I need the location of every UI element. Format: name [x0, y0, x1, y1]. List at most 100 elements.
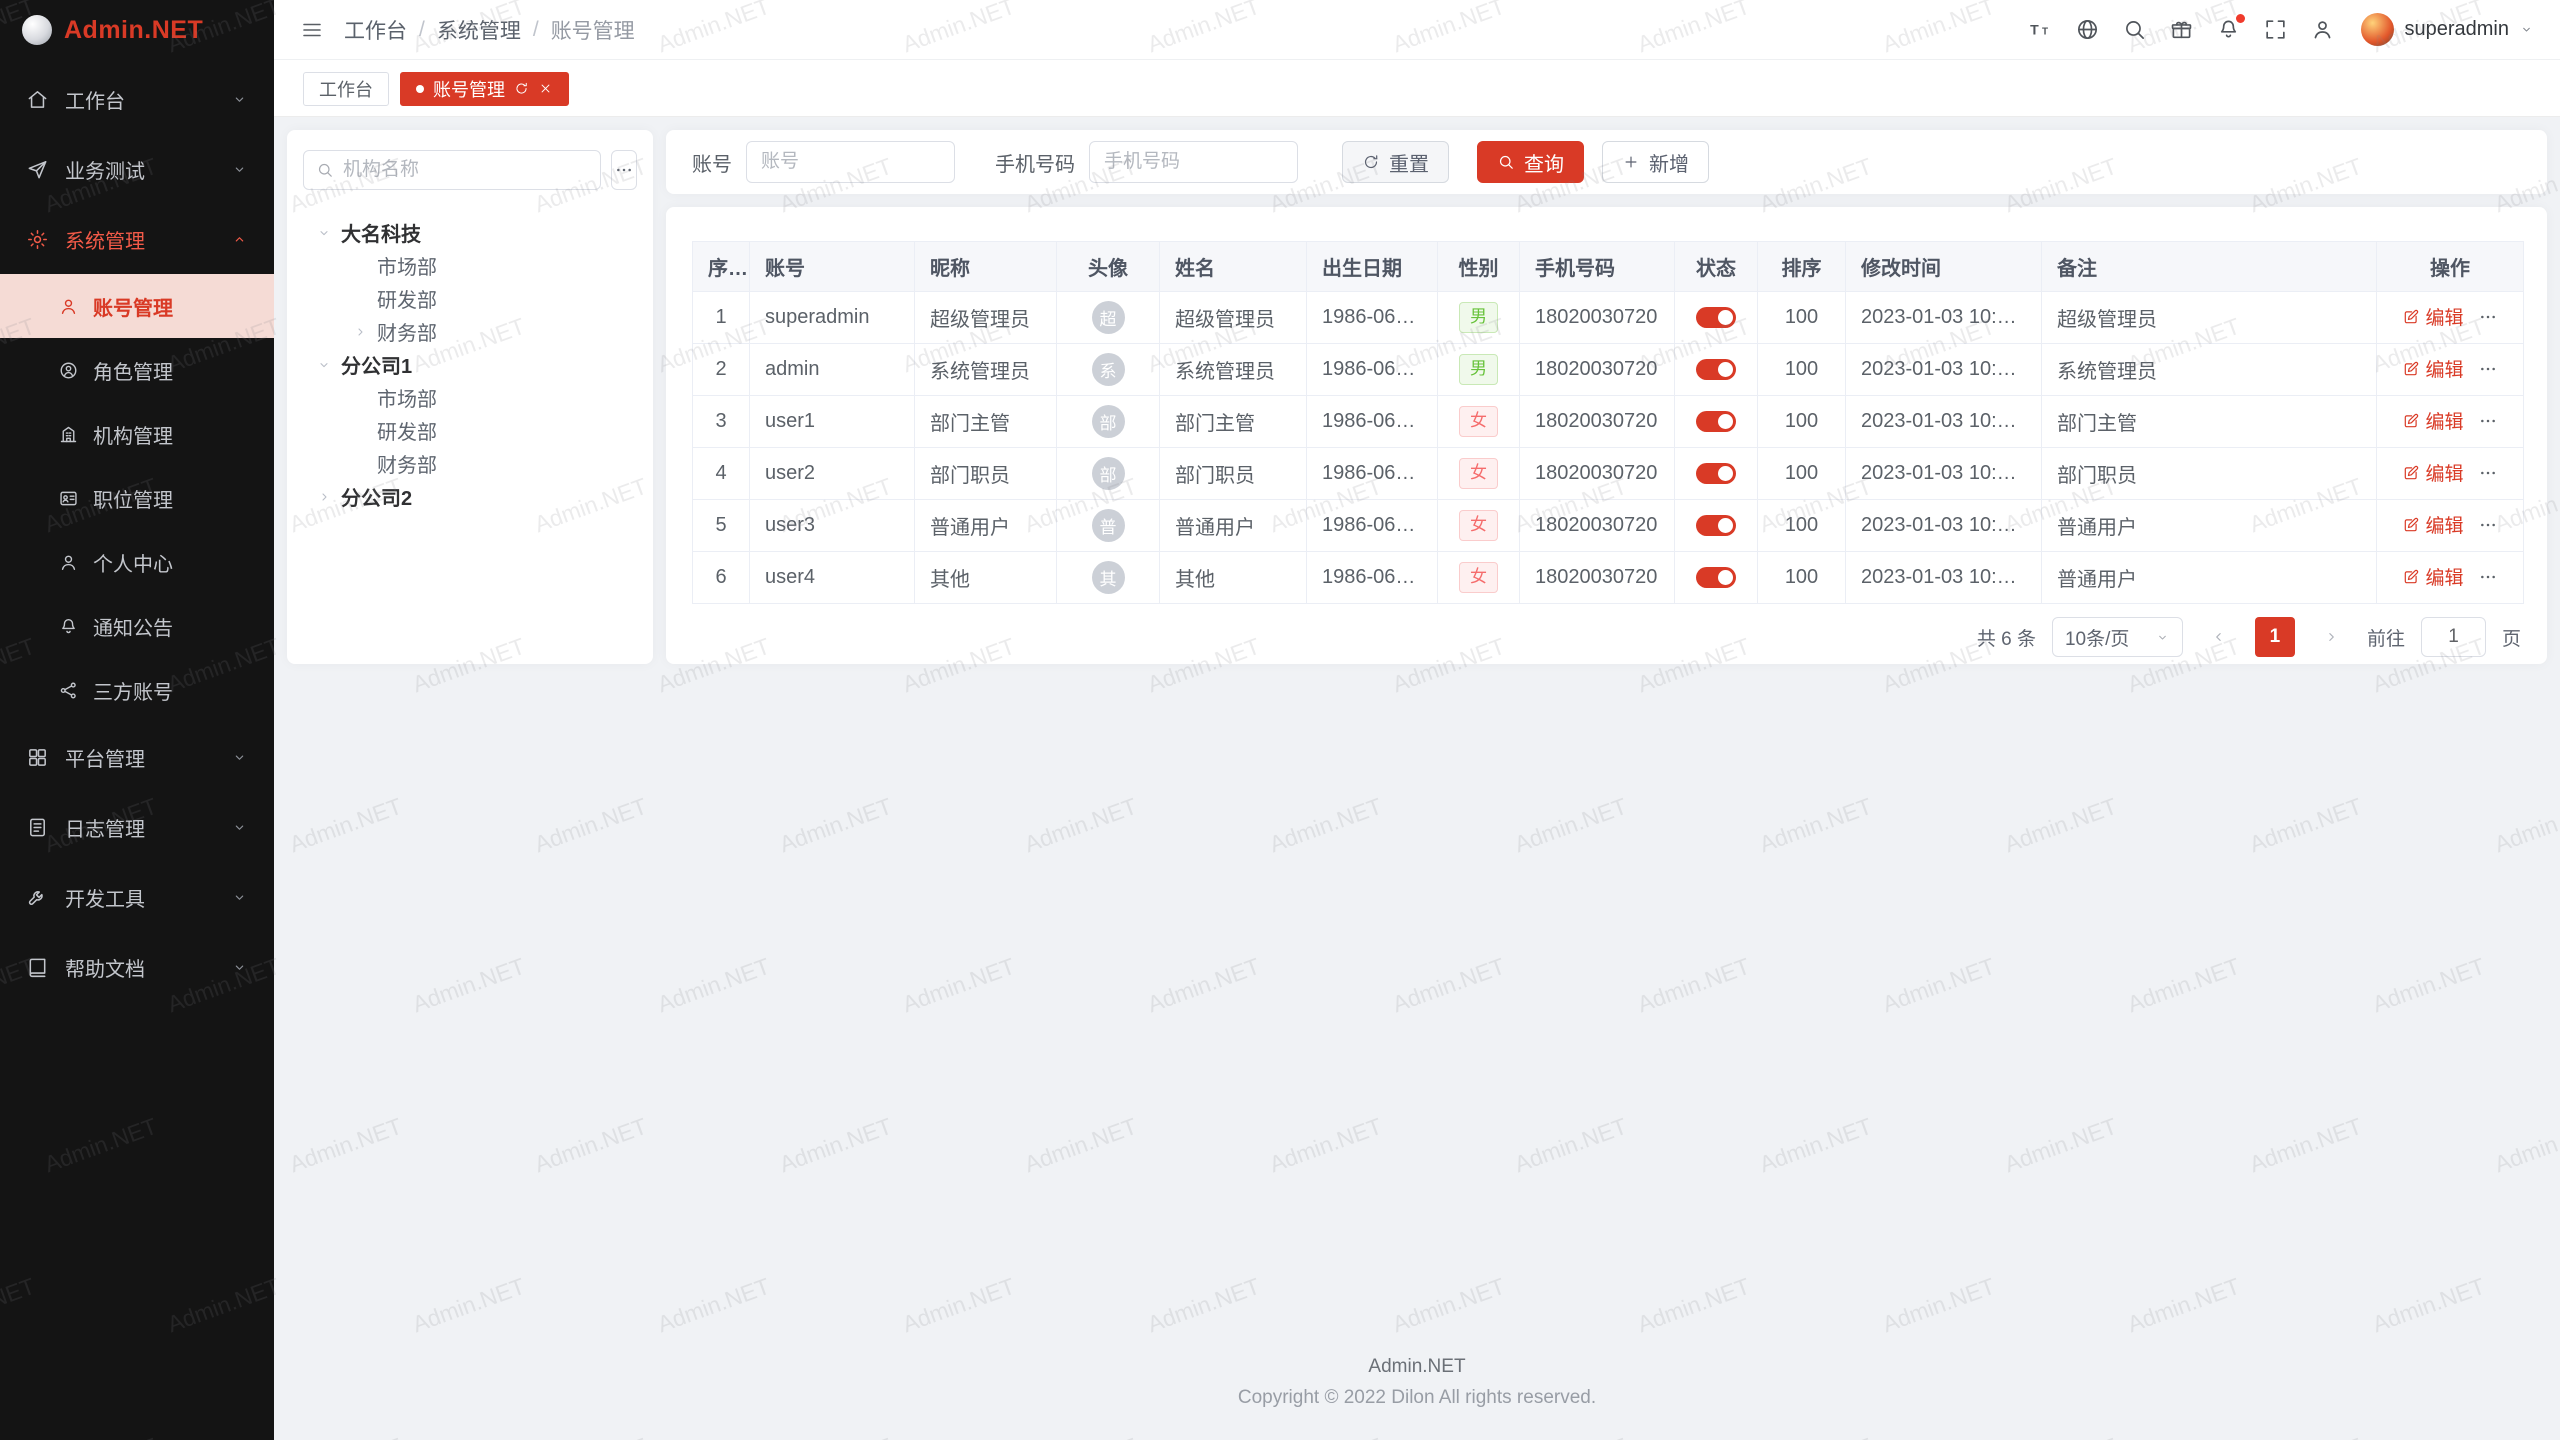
status-toggle[interactable] [1696, 307, 1736, 328]
tree-node[interactable]: 财务部 [303, 315, 637, 348]
tree-node[interactable]: 分公司1 [303, 348, 637, 381]
name-cell: 普通用户 [1160, 500, 1307, 552]
sidebar-item-1[interactable]: 业务测试 [0, 134, 274, 204]
prev-page-button[interactable] [2199, 617, 2239, 657]
sort-cell: 100 [1758, 396, 1846, 448]
status-toggle[interactable] [1696, 515, 1736, 536]
search-button[interactable]: 查询 [1477, 141, 1584, 183]
header-notifications-button[interactable] [2216, 17, 2241, 42]
user-avatar [2361, 13, 2394, 46]
breadcrumb-item: 账号管理 [551, 15, 635, 45]
sidebar-subitem-2-4[interactable]: 个人中心 [0, 530, 274, 594]
sidebar-item-4[interactable]: 日志管理 [0, 792, 274, 862]
breadcrumb-item[interactable]: 工作台 [344, 15, 407, 45]
edit-button[interactable]: 编辑 [2402, 355, 2463, 382]
tab-0[interactable]: 工作台 [303, 72, 389, 106]
gender-cell: 女 [1438, 500, 1520, 552]
edit-icon [2402, 516, 2420, 534]
more-actions-button[interactable] [2478, 515, 2498, 535]
edit-icon [2402, 412, 2420, 430]
page-1-button[interactable]: 1 [2255, 617, 2295, 657]
header-theme-button[interactable] [2169, 17, 2194, 42]
main-area: 工作台/系统管理/账号管理 TT superadmin 工作台账号管理 [274, 0, 2560, 1440]
sidebar-subitem-2-5[interactable]: 通知公告 [0, 594, 274, 658]
header-search-button[interactable] [2122, 17, 2147, 42]
tree-node[interactable]: 市场部 [303, 249, 637, 282]
edit-button[interactable]: 编辑 [2402, 511, 2463, 538]
tree-node[interactable]: 研发部 [303, 282, 637, 315]
reset-button[interactable]: 重置 [1342, 141, 1449, 183]
goto-page-input[interactable] [2421, 617, 2486, 657]
org-search-row [303, 150, 637, 190]
birthdate-cell: 1986-06-28 [1307, 396, 1438, 448]
tree-node-label: 市场部 [377, 251, 437, 280]
tab-label: 账号管理 [433, 76, 505, 102]
reset-label: 重置 [1389, 148, 1429, 177]
more-actions-button[interactable] [2478, 359, 2498, 379]
sidebar-item-6[interactable]: 帮助文档 [0, 932, 274, 1002]
add-button[interactable]: 新增 [1602, 141, 1709, 183]
next-page-button[interactable] [2311, 617, 2351, 657]
more-actions-button[interactable] [2478, 411, 2498, 431]
app-logo[interactable]: Admin.NET [0, 0, 274, 60]
account-input[interactable] [746, 141, 955, 183]
tree-node[interactable]: 市场部 [303, 381, 637, 414]
sidebar-item-0[interactable]: 工作台 [0, 64, 274, 134]
bell-icon [58, 616, 79, 637]
status-toggle[interactable] [1696, 411, 1736, 432]
tab-close-icon[interactable] [538, 81, 553, 96]
tree-node[interactable]: 分公司2 [303, 480, 637, 513]
edit-button[interactable]: 编辑 [2402, 459, 2463, 486]
footer: Admin.NET Copyright © 2022 Dilon All rig… [287, 1356, 2547, 1427]
tree-node[interactable]: 大名科技 [303, 216, 637, 249]
header-language-button[interactable] [2075, 17, 2100, 42]
sidebar-subitem-2-1[interactable]: 角色管理 [0, 338, 274, 402]
edit-button[interactable]: 编辑 [2402, 303, 2463, 330]
nickname-cell: 超级管理员 [915, 292, 1057, 344]
header-profile-button[interactable] [2310, 17, 2335, 42]
sidebar-item-3[interactable]: 平台管理 [0, 722, 274, 792]
user-menu[interactable]: superadmin [2361, 13, 2534, 46]
sidebar-item-label: 业务测试 [65, 155, 145, 184]
sidebar-item-2[interactable]: 系统管理 [0, 204, 274, 274]
column-header: 排序 [1758, 242, 1846, 292]
tree-node[interactable]: 财务部 [303, 447, 637, 480]
edit-button[interactable]: 编辑 [2402, 563, 2463, 590]
column-header: 状态 [1675, 242, 1758, 292]
account-cell: user2 [750, 448, 915, 500]
sidebar-subitem-2-3[interactable]: 职位管理 [0, 466, 274, 530]
header-font-size-button[interactable]: TT [2028, 17, 2053, 42]
tree-node-label: 研发部 [377, 284, 437, 313]
tab-1[interactable]: 账号管理 [400, 72, 569, 106]
table-row: 3user1部门主管部部门主管1986-06-28女18020030720100… [693, 396, 2524, 448]
sidebar-item-5[interactable]: 开发工具 [0, 862, 274, 932]
index-cell: 2 [693, 344, 750, 396]
tree-node-label: 财务部 [377, 317, 437, 346]
status-toggle[interactable] [1696, 567, 1736, 588]
page-size-select[interactable]: 10条/页 [2052, 617, 2183, 657]
menu-collapse-icon[interactable] [300, 18, 324, 42]
name-cell: 部门主管 [1160, 396, 1307, 448]
fullscreen-icon [2263, 17, 2288, 42]
status-toggle[interactable] [1696, 463, 1736, 484]
more-actions-button[interactable] [2478, 307, 2498, 327]
breadcrumb-item[interactable]: 系统管理 [437, 15, 521, 45]
tab-refresh-icon[interactable] [514, 81, 529, 96]
operation-cell: 编辑 [2377, 552, 2524, 604]
modified-time-cell: 2023-01-03 10:59:44 [1846, 500, 2042, 552]
tree-node[interactable]: 研发部 [303, 414, 637, 447]
sidebar-subitem-2-0[interactable]: 账号管理 [0, 274, 274, 338]
org-more-button[interactable] [611, 150, 637, 190]
sidebar-subitem-2-2[interactable]: 机构管理 [0, 402, 274, 466]
nickname-cell: 系统管理员 [915, 344, 1057, 396]
edit-button[interactable]: 编辑 [2402, 407, 2463, 434]
phone-cell: 18020030720 [1520, 448, 1675, 500]
phone-input[interactable] [1089, 141, 1298, 183]
header-fullscreen-button[interactable] [2263, 17, 2288, 42]
status-toggle[interactable] [1696, 359, 1736, 380]
remark-cell: 普通用户 [2042, 552, 2377, 604]
more-actions-button[interactable] [2478, 463, 2498, 483]
sidebar-subitem-2-6[interactable]: 三方账号 [0, 658, 274, 722]
org-search-input[interactable] [343, 159, 588, 181]
more-actions-button[interactable] [2478, 567, 2498, 587]
